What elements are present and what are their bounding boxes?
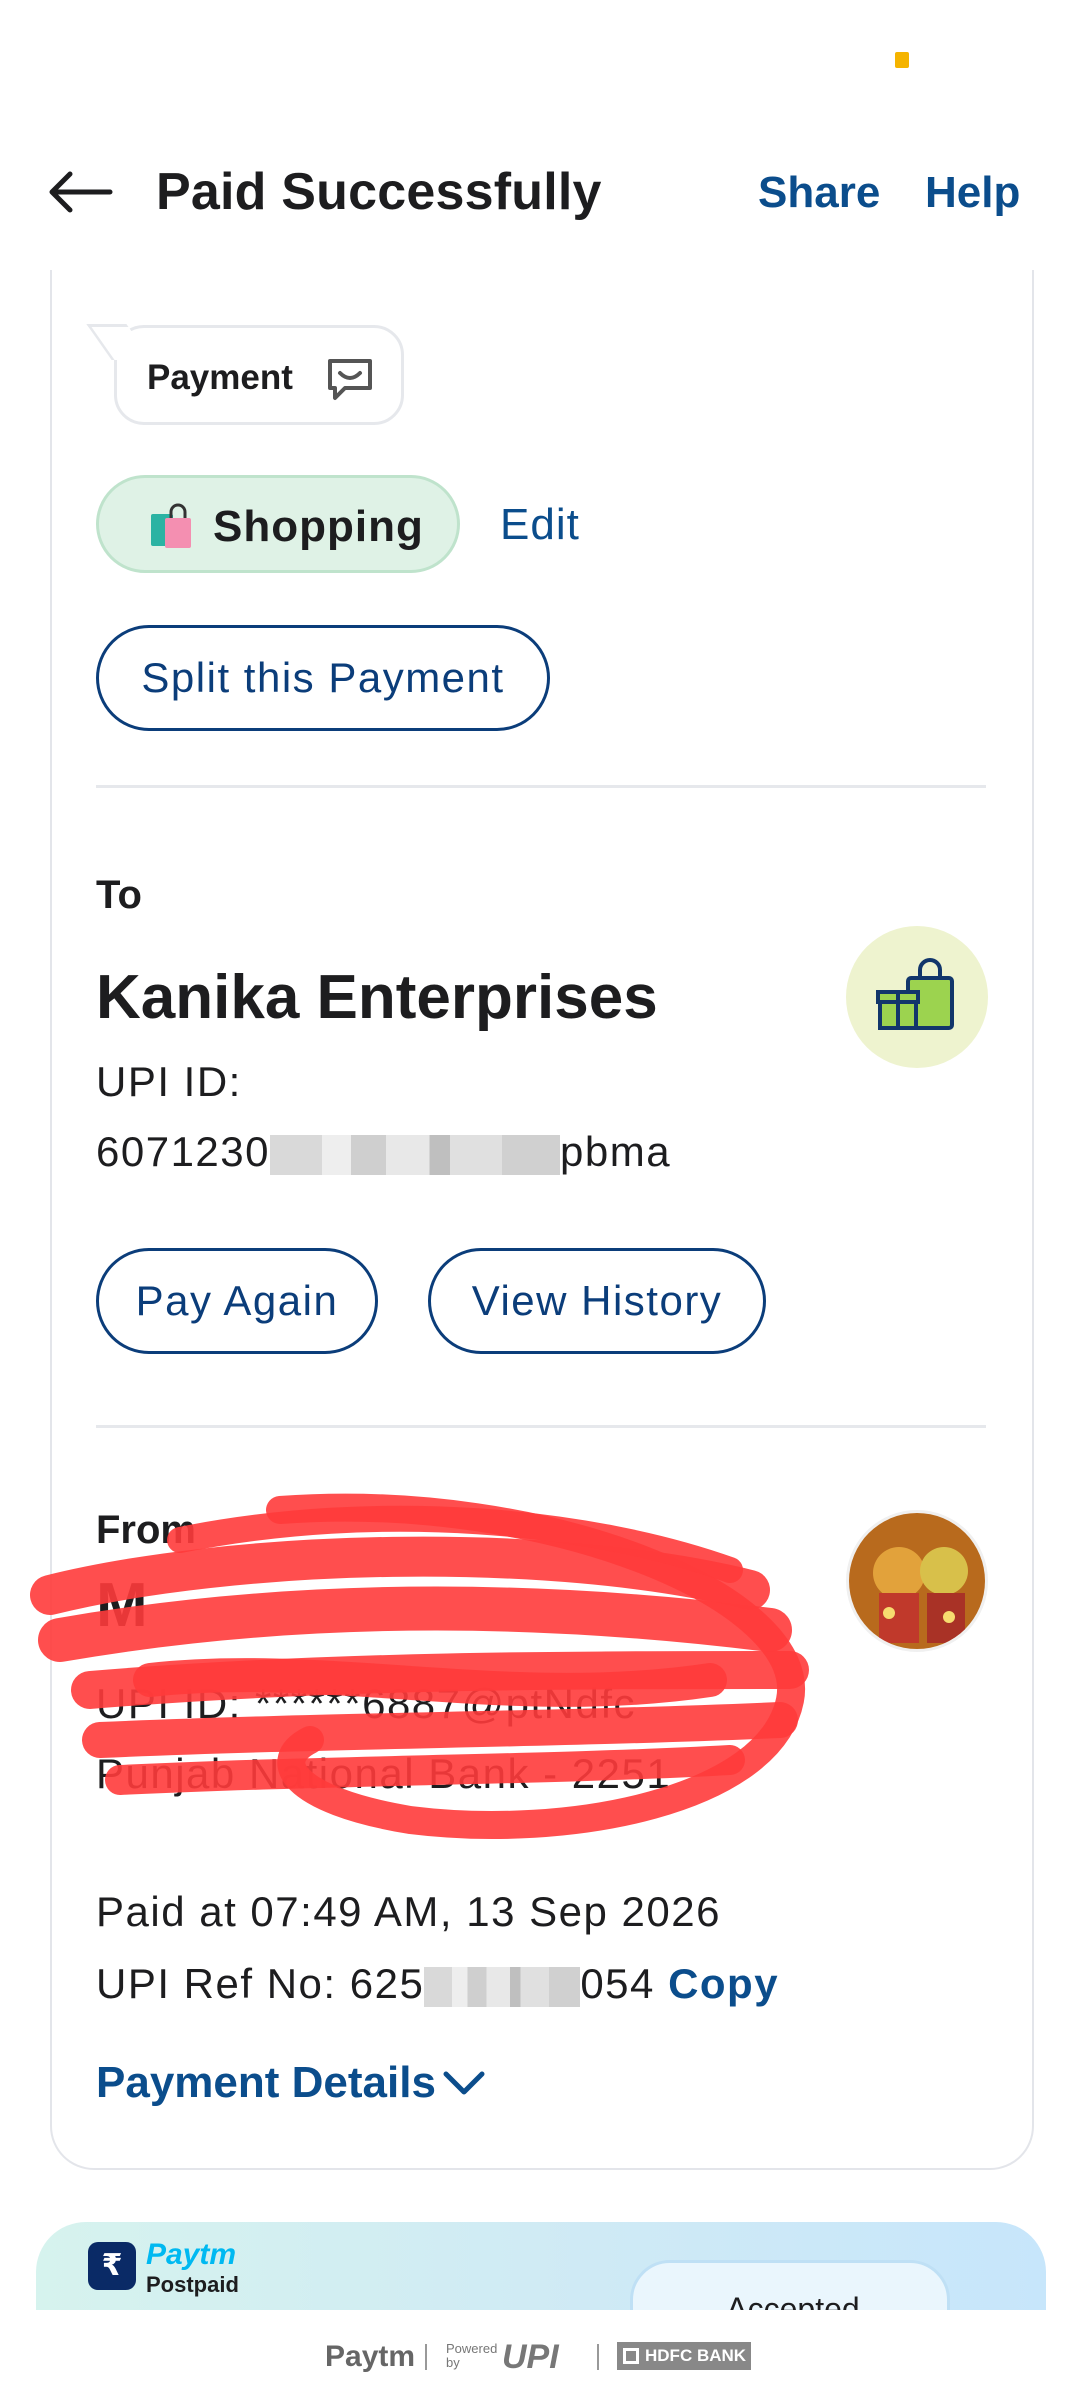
promo-subtitle: Postpaid bbox=[146, 2272, 239, 2297]
back-button[interactable] bbox=[40, 162, 120, 222]
edit-category-button[interactable]: Edit bbox=[500, 500, 580, 550]
upi-id-suffix: pbma bbox=[560, 1128, 672, 1175]
profile-photo bbox=[849, 1513, 985, 1649]
divider bbox=[597, 2344, 599, 2370]
from-label: From bbox=[96, 1508, 196, 1552]
paytm-logo: Paytm bbox=[325, 2340, 416, 2373]
payee-upi-id: 6071230 pbma bbox=[96, 1128, 671, 1176]
share-button[interactable]: Share bbox=[758, 168, 880, 218]
payee-upi-label: UPI ID: bbox=[96, 1058, 242, 1105]
upi-ref-prefix: UPI Ref No: 625 bbox=[96, 1960, 425, 2007]
app-header: Paid Successfully Share Help bbox=[0, 140, 1080, 250]
divider bbox=[96, 1425, 986, 1428]
divider bbox=[425, 2344, 427, 2370]
category-chip[interactable]: Shopping bbox=[96, 475, 460, 573]
rupee-calendar-icon: ₹ bbox=[88, 2242, 136, 2290]
pay-again-button[interactable]: Pay Again bbox=[96, 1248, 378, 1354]
chevron-down-icon bbox=[443, 2071, 485, 2095]
payer-name: M bbox=[96, 1571, 148, 1640]
upi-ref-suffix: 054 bbox=[580, 1960, 655, 2007]
payment-note-button[interactable]: Payment bbox=[86, 324, 404, 425]
payer-upi-id: UPI ID: ******6887@ptNdfc bbox=[96, 1680, 637, 1727]
divider bbox=[96, 785, 986, 788]
payment-note-label: Payment bbox=[147, 358, 293, 397]
hdfc-bank-logo: HDFC BANK bbox=[617, 2342, 751, 2370]
status-bar bbox=[0, 0, 1080, 120]
copy-ref-button[interactable]: Copy bbox=[668, 1960, 779, 2007]
redacted-upi bbox=[270, 1134, 561, 1175]
to-label: To bbox=[96, 873, 142, 917]
gift-shopping-icon bbox=[876, 958, 954, 1030]
split-payment-button[interactable]: Split this Payment bbox=[96, 625, 550, 731]
powered-by-label: Powered by bbox=[446, 2341, 498, 2370]
footer-branding: Paytm Powered by UPI HDFC BANK bbox=[0, 2310, 1080, 2400]
arrow-left-icon bbox=[49, 171, 113, 213]
hdfc-bank-label: HDFC BANK bbox=[645, 2346, 747, 2365]
upi-logo: UPI bbox=[502, 2338, 559, 2376]
view-history-button[interactable]: View History bbox=[428, 1248, 766, 1354]
paid-at-text: Paid at 07:49 AM, 13 Sep 2026 bbox=[96, 1888, 721, 1935]
payer-avatar bbox=[846, 1510, 988, 1652]
payee-avatar bbox=[846, 926, 988, 1068]
upi-ref-row: UPI Ref No: 625 054 Copy bbox=[96, 1960, 779, 2008]
upi-id-prefix: 6071230 bbox=[96, 1128, 271, 1175]
payer-bank: Punjab National Bank - 2251 bbox=[96, 1750, 672, 1797]
hdfc-square-icon bbox=[623, 2348, 639, 2364]
notification-dot-icon bbox=[895, 52, 909, 68]
payment-details-toggle[interactable]: Payment Details bbox=[96, 2058, 436, 2108]
page-title: Paid Successfully bbox=[156, 163, 602, 221]
promo-brand: Paytm bbox=[146, 2238, 237, 2271]
chat-message-icon bbox=[328, 359, 372, 400]
category-label: Shopping bbox=[213, 502, 424, 551]
help-button[interactable]: Help bbox=[925, 168, 1020, 218]
shopping-bags-icon bbox=[151, 503, 191, 548]
payee-name: Kanika Enterprises bbox=[96, 963, 658, 1032]
redacted-ref bbox=[424, 1966, 581, 2007]
